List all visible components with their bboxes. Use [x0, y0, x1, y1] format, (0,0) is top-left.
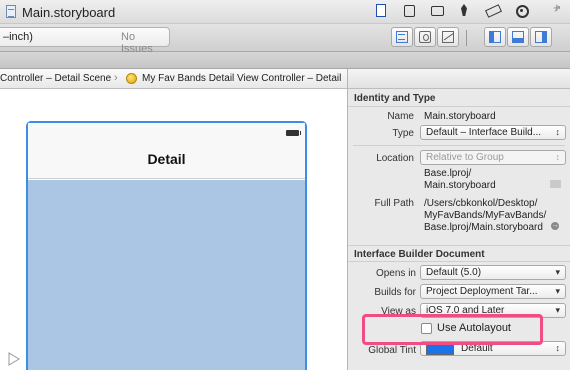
view-controller-icon [126, 73, 137, 84]
assistant-editor-button[interactable] [414, 27, 436, 47]
assistant-editor-icon [419, 31, 431, 43]
full-path-line-3: Base.lproj/Main.storyboard [424, 222, 543, 233]
relative-path-line-1: Base.lproj/ [424, 168, 472, 179]
identity-inspector-icon[interactable] [430, 3, 444, 17]
jump-bar: Controller – Detail Scene › My Fav Bands… [0, 69, 347, 89]
location-label: Location [376, 153, 414, 164]
navigator-panel-icon [489, 31, 501, 43]
builds-for-value: Project Deployment Tar... [426, 286, 538, 297]
utilities-toggle-button[interactable] [530, 27, 552, 47]
chevron-down-icon: ▾ [555, 305, 560, 315]
full-path-line-2: MyFavBands/MyFavBands/ [424, 210, 547, 221]
standard-editor-button[interactable] [391, 27, 413, 47]
full-path-line-1: /Users/cbkonkol/Desktop/ [424, 198, 538, 209]
file-inspector-icon[interactable] [374, 3, 388, 17]
jump-bar-controller-crumb[interactable]: My Fav Bands Detail View Controller – De… [142, 73, 341, 84]
section-divider [353, 145, 565, 146]
navigator-toggle-button[interactable] [484, 27, 506, 47]
navigation-title[interactable]: Detail [28, 151, 305, 167]
window-title: Main.storyboard [22, 5, 116, 20]
battery-icon [286, 130, 301, 136]
jump-bar-separator: › [114, 72, 118, 84]
chevron-down-icon: ▾ [555, 286, 560, 296]
reveal-in-finder-icon[interactable]: → [551, 222, 559, 230]
ib-document-header: Interface Builder Document [348, 245, 570, 262]
type-label: Type [392, 128, 414, 139]
type-popup[interactable]: Default – Interface Build... ↕ [420, 125, 566, 140]
builds-for-label: Builds for [374, 287, 416, 298]
opens-in-value: Default (5.0) [426, 267, 482, 278]
location-popup-value: Relative to Group [426, 152, 504, 163]
builds-for-popup[interactable]: Project Deployment Tar... ▾ [420, 284, 566, 299]
relative-path-line-2: Main.storyboard [424, 180, 496, 191]
quick-help-icon[interactable] [402, 3, 416, 17]
global-tint-label: Global Tint [368, 345, 416, 356]
scheme-destination-label[interactable]: –inch) [3, 31, 33, 43]
debug-panel-icon [512, 31, 524, 43]
add-tab-icon[interactable]: + [553, 0, 561, 15]
tint-color-swatch [426, 344, 454, 355]
toolbar-divider [466, 30, 467, 46]
inspector-tab-bar [348, 69, 570, 89]
debug-area-toggle-button[interactable] [507, 27, 529, 47]
name-label: Name [387, 111, 414, 122]
name-value: Main.storyboard [424, 111, 496, 122]
tab-strip [0, 52, 570, 69]
location-popup: Relative to Group ↕ [420, 150, 566, 165]
toolbar: –inch) No Issues [0, 24, 570, 55]
standard-editor-icon [396, 31, 408, 43]
folder-icon[interactable] [550, 180, 561, 188]
autolayout-highlight-box [362, 314, 543, 345]
version-editor-button[interactable] [437, 27, 459, 47]
attributes-inspector-icon[interactable] [458, 3, 472, 17]
popup-arrows-icon: ↕ [555, 127, 561, 137]
chevron-down-icon: ▾ [555, 267, 560, 277]
popup-arrows-icon: ↕ [555, 152, 561, 162]
content-view[interactable] [28, 180, 305, 370]
size-inspector-icon[interactable] [486, 3, 500, 17]
utilities-panel-icon [535, 31, 547, 43]
storyboard-document-icon [6, 5, 16, 18]
version-editor-icon [442, 31, 454, 43]
opens-in-label: Opens in [375, 268, 416, 279]
type-popup-value: Default – Interface Build... [426, 127, 542, 138]
popup-arrows-icon: ↕ [555, 343, 561, 353]
full-path-label: Full Path [374, 198, 414, 209]
jump-bar-scene-crumb[interactable]: Controller – Detail Scene [0, 73, 111, 84]
cursor-arrow-icon [8, 352, 20, 366]
opens-in-popup[interactable]: Default (5.0) ▾ [420, 265, 566, 280]
identity-and-type-header: Identity and Type [348, 90, 570, 107]
connections-inspector-icon[interactable] [514, 3, 529, 18]
activity-view: –inch) No Issues [0, 27, 170, 55]
